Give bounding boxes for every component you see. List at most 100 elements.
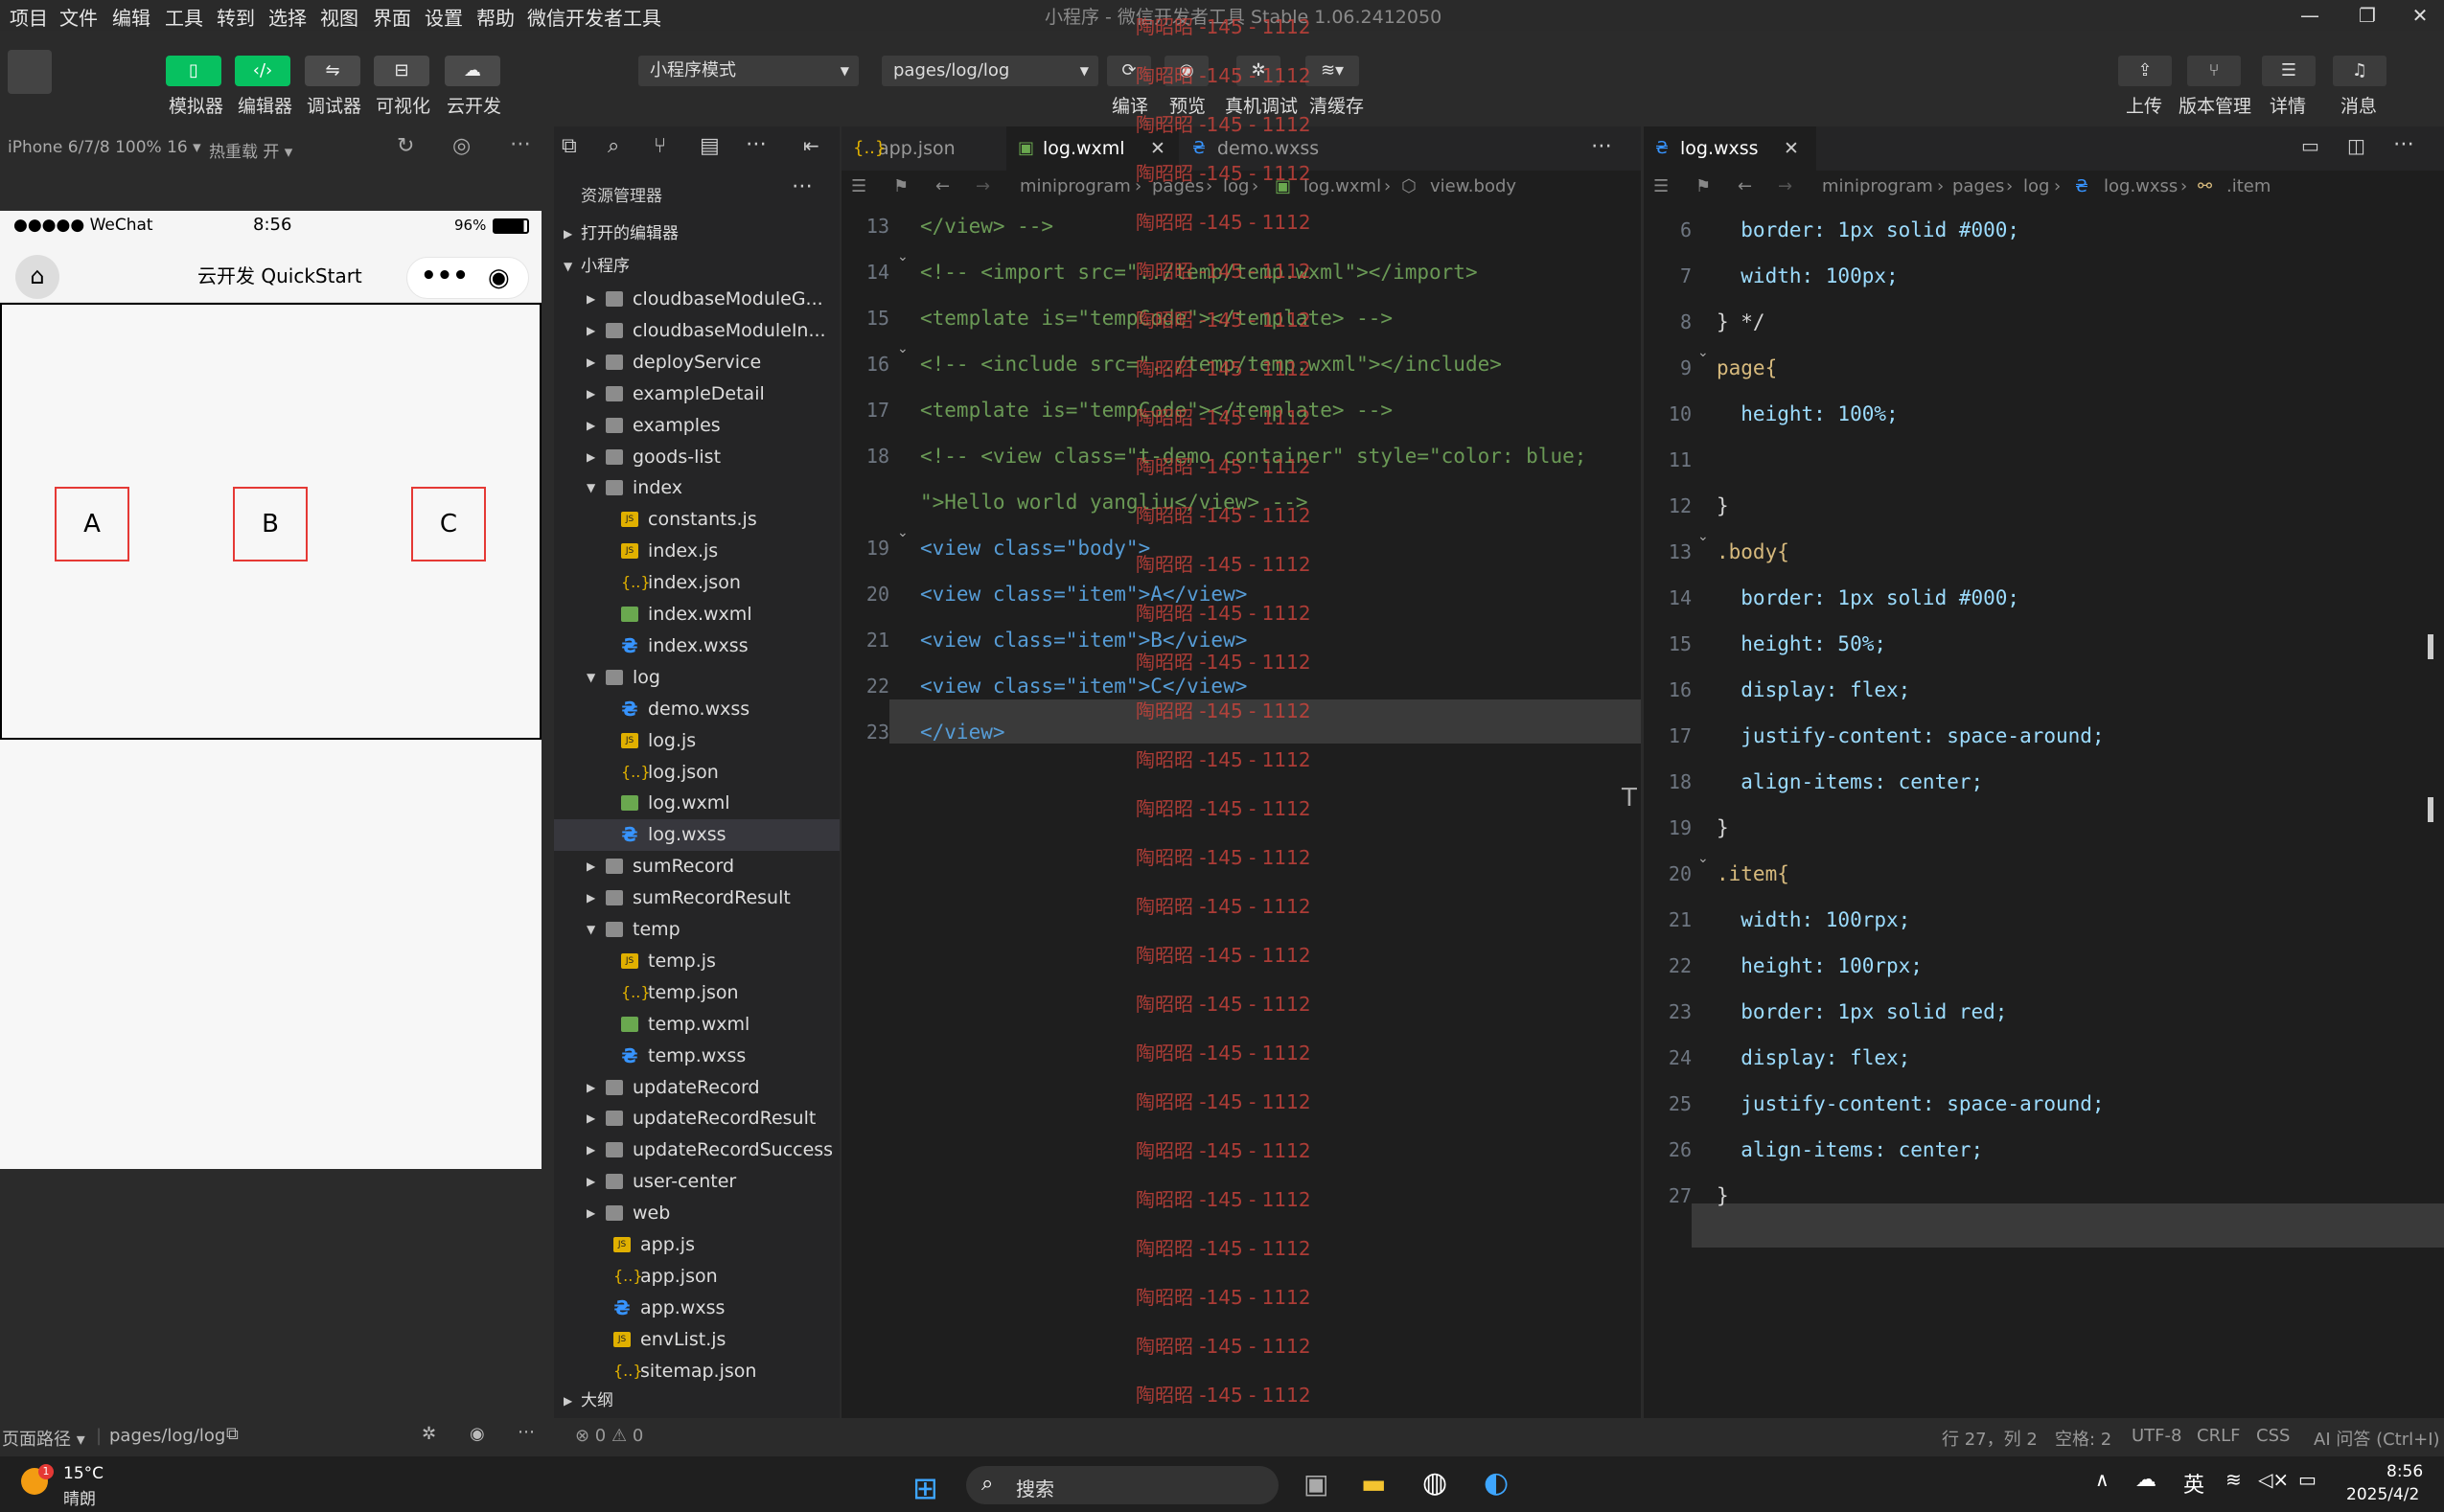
more-icon[interactable]: ⋯: [746, 132, 767, 156]
onedrive-icon[interactable]: ☁: [2135, 1468, 2156, 1492]
tree-folder[interactable]: ▼ temp: [554, 914, 840, 946]
outline-section[interactable]: ▶ 大纲: [554, 1386, 840, 1417]
close-icon[interactable]: ✕: [1784, 126, 1799, 171]
avatar[interactable]: [8, 50, 52, 94]
code-line[interactable]: height: 100rpx;: [1717, 954, 1923, 977]
code-line[interactable]: </view> -->: [920, 215, 1053, 238]
tree-file[interactable]: index.wxml: [554, 599, 840, 630]
code-line[interactable]: </view>: [920, 721, 1005, 744]
code-line[interactable]: } */: [1717, 310, 1765, 333]
visual-button[interactable]: ⊟: [374, 56, 429, 86]
breadcrumb-item[interactable]: view.body: [1430, 171, 1516, 203]
simulator-button[interactable]: ▯: [166, 56, 221, 86]
code-line[interactable]: }: [1717, 816, 1729, 839]
minimize-icon[interactable]: —: [2281, 0, 2339, 31]
version-button[interactable]: ⑂: [2187, 56, 2241, 86]
clear-cache-button[interactable]: ≋▾: [1305, 56, 1359, 86]
code-line[interactable]: border: 1px solid #000;: [1717, 586, 2019, 609]
menu-help[interactable]: 帮助: [476, 3, 515, 31]
tree-file[interactable]: {..} app.json: [554, 1261, 840, 1293]
problems-count[interactable]: ⊗ 0 ⚠ 0: [575, 1426, 643, 1446]
git-icon[interactable]: ⑂: [654, 134, 666, 158]
rotate-icon[interactable]: ↻: [397, 134, 414, 158]
more-icon[interactable]: ⋯: [2393, 132, 2414, 156]
tree-file[interactable]: ₴ log.wxss: [554, 819, 840, 852]
page-path-label[interactable]: 页面路径 ▾: [2, 1426, 85, 1451]
code-line[interactable]: border: 1px solid red;: [1717, 1000, 2007, 1023]
collapse-panel-icon[interactable]: ⇤: [803, 134, 819, 157]
code-line[interactable]: justify-content: space-around;: [1717, 724, 2104, 747]
tree-file[interactable]: ₴ demo.wxss: [554, 694, 840, 725]
tree-file[interactable]: ₴ temp.wxss: [554, 1041, 840, 1072]
bug-icon[interactable]: ✲: [422, 1424, 436, 1444]
code-line[interactable]: <view class="body">: [920, 537, 1150, 560]
tree-folder[interactable]: ▶ exampleDetail: [554, 378, 840, 410]
encoding[interactable]: UTF-8: [2132, 1426, 2181, 1446]
tree-file[interactable]: ₴ index.wxss: [554, 630, 840, 662]
extensions-icon[interactable]: ▤: [700, 134, 720, 158]
tree-folder[interactable]: ▶ updateRecord: [554, 1072, 840, 1104]
more-icon[interactable]: ⋯: [518, 1422, 535, 1442]
close-miniprogram-icon[interactable]: ◉: [488, 263, 510, 292]
cloud-button[interactable]: ☁: [445, 56, 500, 86]
code-line[interactable]: border: 1px solid #000;: [1717, 218, 2019, 241]
fold-chevron-icon[interactable]: ⌄: [1697, 529, 1709, 544]
ai-chat[interactable]: AI 问答 (Ctrl+I): [2314, 1426, 2440, 1451]
fold-chevron-icon[interactable]: ⌄: [897, 525, 909, 540]
upload-button[interactable]: ⇪: [2118, 56, 2172, 86]
item-c[interactable]: C: [411, 487, 486, 561]
tree-file[interactable]: {..} index.json: [554, 567, 840, 599]
taskbar-search[interactable]: ⌕ 搜索: [966, 1466, 1279, 1504]
search-icon[interactable]: ⌕: [608, 134, 619, 158]
copy-icon[interactable]: ⧉: [226, 1424, 239, 1444]
fold-chevron-icon[interactable]: ⌄: [1697, 345, 1709, 360]
menu-file[interactable]: 文件: [59, 3, 98, 31]
menu-project[interactable]: 项目: [10, 3, 48, 31]
breadcrumb-item[interactable]: pages: [1952, 171, 2004, 203]
tree-file[interactable]: log.wxml: [554, 788, 840, 819]
tree-folder[interactable]: ▶ web: [554, 1198, 840, 1229]
battery-icon[interactable]: ▭: [2298, 1468, 2317, 1491]
comment-icon[interactable]: ▭: [2301, 134, 2319, 157]
tree-file[interactable]: {..} sitemap.json: [554, 1356, 840, 1387]
item-b[interactable]: B: [233, 487, 308, 561]
tree-file[interactable]: ₴ app.wxss: [554, 1293, 840, 1324]
menu-select[interactable]: 选择: [268, 3, 307, 31]
list-icon[interactable]: ☰: [1653, 171, 1669, 203]
fold-chevron-icon[interactable]: ⌄: [897, 249, 909, 264]
code-line[interactable]: display: flex;: [1717, 678, 1910, 701]
tab-app-json[interactable]: {..} app.json: [842, 126, 1004, 171]
menu-tools[interactable]: 工具: [165, 3, 203, 31]
tree-folder[interactable]: ▶ goods-list: [554, 442, 840, 473]
clock-date[interactable]: 2025/4/2: [2346, 1485, 2419, 1504]
volume-icon[interactable]: ◁×: [2258, 1468, 2289, 1491]
tree-folder[interactable]: ▶ cloudbaseModuleG...: [554, 284, 840, 315]
editor-button[interactable]: ‹/›: [235, 56, 290, 86]
fold-chevron-icon[interactable]: ⌄: [897, 341, 909, 356]
more-icon[interactable]: ⋯: [510, 132, 531, 156]
code-line[interactable]: <view class="item">C</view>: [920, 675, 1247, 698]
code-line[interactable]: width: 100px;: [1717, 264, 1898, 287]
forward-icon[interactable]: →: [976, 171, 990, 203]
project-section[interactable]: ▼ 小程序: [554, 251, 840, 283]
more-dots-icon[interactable]: •••: [421, 262, 469, 290]
back-icon[interactable]: ←: [1738, 171, 1752, 203]
fold-chevron-icon[interactable]: ⌄: [1697, 851, 1709, 866]
menu-interface[interactable]: 界面: [373, 3, 411, 31]
split-editor-icon[interactable]: ◫: [2347, 134, 2365, 157]
code-line[interactable]: }: [1717, 494, 1729, 517]
wifi-icon[interactable]: ≋: [2225, 1468, 2242, 1491]
tree-file[interactable]: JS app.js: [554, 1229, 840, 1261]
ime-indicator[interactable]: 英: [2183, 1468, 2204, 1499]
code-line[interactable]: justify-content: space-around;: [1717, 1092, 2104, 1115]
code-line[interactable]: }: [1717, 1184, 1729, 1207]
code-line[interactable]: page{: [1717, 356, 1777, 379]
tree-file[interactable]: JS temp.js: [554, 946, 840, 977]
tree-folder[interactable]: ▶ deployService: [554, 347, 840, 378]
menu-settings[interactable]: 设置: [425, 3, 463, 31]
tree-folder[interactable]: ▶ cloudbaseModuleIn...: [554, 315, 840, 347]
tree-file[interactable]: JS envList.js: [554, 1324, 840, 1356]
bookmark-icon[interactable]: ⚑: [893, 171, 909, 203]
stop-icon[interactable]: ◎: [452, 134, 471, 158]
restore-icon[interactable]: ❐: [2339, 0, 2396, 31]
